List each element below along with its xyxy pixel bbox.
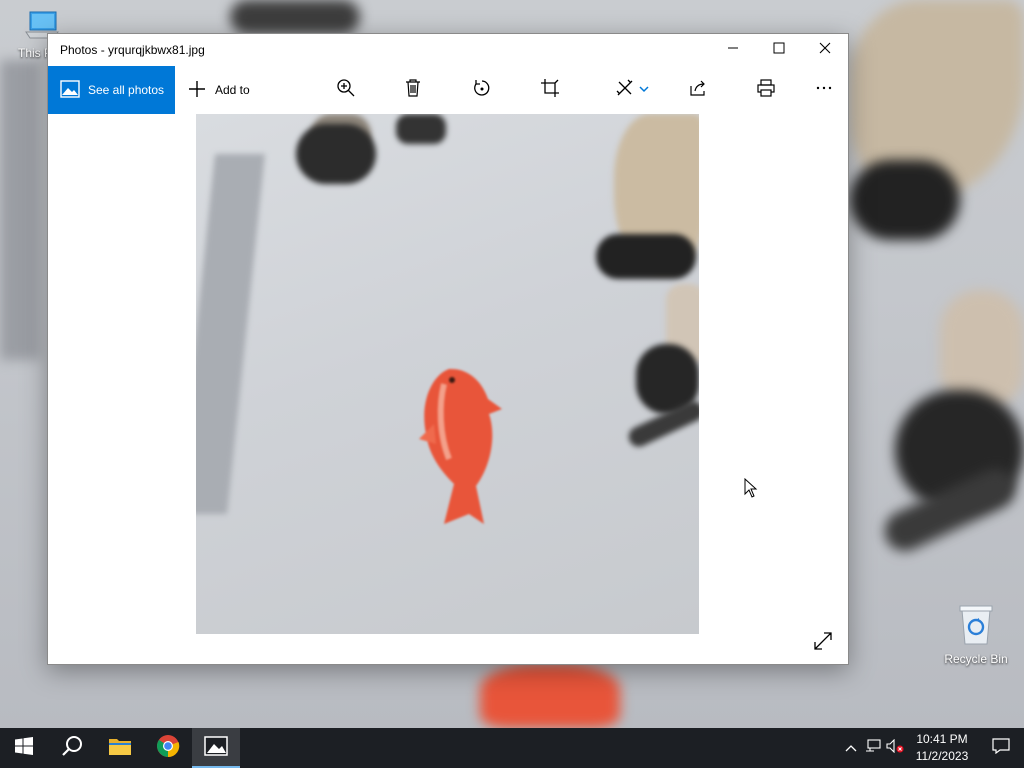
chevron-down-icon (639, 81, 649, 99)
delete-button[interactable] (401, 78, 425, 102)
show-hidden-icons-button[interactable] (840, 728, 862, 768)
chevron-up-icon (845, 739, 857, 757)
print-icon (756, 78, 776, 103)
rotate-icon (472, 78, 492, 103)
chrome-icon (156, 734, 180, 763)
recycle-bin-icon (956, 602, 996, 646)
share-button[interactable] (686, 78, 710, 102)
file-explorer-icon (108, 736, 132, 761)
photos-taskbar-button[interactable] (192, 728, 240, 768)
clock-time: 10:41 PM (916, 732, 968, 746)
minimize-icon (727, 41, 739, 59)
fish-in-photo (419, 368, 502, 524)
mouse-cursor (744, 478, 758, 498)
image-viewer[interactable] (48, 114, 848, 664)
see-all-photos-label: See all photos (88, 83, 165, 97)
crop-icon (540, 78, 560, 103)
photos-icon (204, 735, 228, 761)
edit-enhance-icon (615, 78, 635, 103)
more-icon (814, 78, 834, 103)
photo-gallery-icon (60, 79, 80, 101)
network-icon (865, 738, 881, 758)
desktop-icon-label: Recycle Bin (944, 652, 1008, 666)
maximize-icon (773, 41, 785, 59)
volume-button[interactable] (884, 728, 906, 768)
photos-window[interactable]: Photos - yrqurqjkbwx81.jpg See all photo… (47, 33, 849, 665)
photos-toolbar: See all photos Add to (48, 66, 848, 114)
zoom-in-button[interactable] (334, 78, 358, 102)
title-bar[interactable]: Photos - yrqurqjkbwx81.jpg (48, 34, 848, 66)
clock-date: 11/2/2023 (915, 749, 969, 763)
crop-button[interactable] (538, 78, 562, 102)
taskbar: 10:41 PM 11/2/2023 (0, 728, 1024, 768)
start-button[interactable] (0, 728, 48, 768)
volume-muted-icon (886, 738, 904, 758)
action-center-button[interactable] (978, 728, 1024, 768)
search-icon (61, 735, 83, 762)
delete-icon (403, 78, 423, 103)
add-to-label: Add to (215, 83, 250, 97)
start-icon (15, 736, 33, 760)
share-icon (688, 78, 708, 103)
zoom-in-icon (336, 78, 356, 103)
more-options-button[interactable] (812, 78, 836, 102)
system-tray: 10:41 PM 11/2/2023 (840, 728, 1024, 768)
full-screen-button[interactable] (812, 630, 836, 654)
network-button[interactable] (862, 728, 884, 768)
add-to-button[interactable]: Add to (187, 66, 250, 114)
maximize-button[interactable] (756, 34, 802, 66)
see-all-photos-button[interactable]: See all photos (48, 66, 175, 114)
chrome-button[interactable] (144, 728, 192, 768)
desktop-icon-recycle-bin[interactable]: Recycle Bin (940, 602, 1012, 666)
window-title: Photos - yrqurqjkbwx81.jpg (60, 43, 205, 57)
rotate-button[interactable] (470, 78, 494, 102)
edit-enhance-button[interactable] (610, 78, 654, 102)
expand-icon (812, 632, 834, 656)
displayed-photo (196, 114, 699, 634)
close-button[interactable] (802, 34, 848, 66)
minimize-button[interactable] (710, 34, 756, 66)
file-explorer-button[interactable] (96, 728, 144, 768)
search-button[interactable] (48, 728, 96, 768)
plus-icon (187, 79, 207, 102)
close-icon (819, 41, 831, 59)
print-button[interactable] (754, 78, 778, 102)
notification-icon (992, 737, 1010, 759)
taskbar-clock[interactable]: 10:41 PM 11/2/2023 (906, 731, 978, 765)
